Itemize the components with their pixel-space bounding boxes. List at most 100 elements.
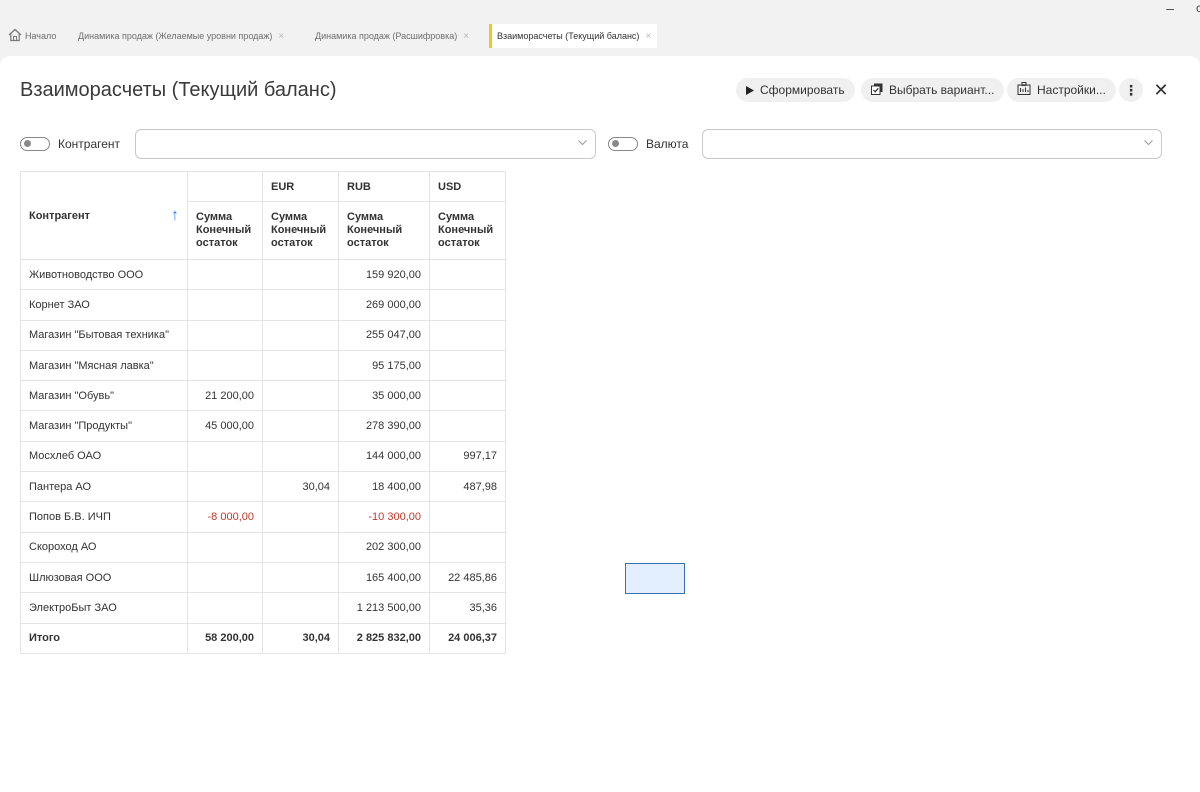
amount-cell[interactable]	[187, 592, 263, 624]
tab-sales-dynamics-breakdown[interactable]: Динамика продаж (Расшифровка) ×	[315, 25, 469, 47]
selected-cell[interactable]	[625, 563, 685, 594]
amount-cell[interactable]	[429, 289, 506, 321]
minimize-button[interactable]: –	[1166, 0, 1174, 16]
amount-cell[interactable]: 159 920,00	[338, 258, 430, 291]
table-row[interactable]: Животноводство ООО 159 920,00	[20, 258, 506, 291]
amount-cell[interactable]: 2 825 832,00	[338, 622, 430, 654]
amount-cell[interactable]	[262, 349, 339, 382]
close-icon[interactable]: ×	[645, 31, 651, 42]
amount-cell[interactable]	[187, 440, 263, 473]
tab-home[interactable]: Начало	[25, 25, 56, 47]
currency-select[interactable]	[702, 129, 1162, 159]
amount-cell[interactable]: 487,98	[429, 471, 506, 503]
amount-cell[interactable]	[187, 561, 263, 594]
amount-cell[interactable]	[429, 258, 506, 291]
amount-cell[interactable]	[187, 471, 263, 503]
amount-cell[interactable]	[262, 380, 339, 412]
amount-cell[interactable]	[429, 380, 506, 412]
counterparty-cell[interactable]: Пантера АО	[20, 471, 188, 503]
amount-cell[interactable]: 21 200,00	[187, 380, 263, 412]
amount-cell[interactable]: 35,36	[429, 592, 506, 624]
window-bar: – c	[0, 0, 1200, 22]
amount-cell[interactable]	[429, 531, 506, 563]
table-row[interactable]: Скороход АО 202 300,00	[20, 531, 506, 563]
table-row[interactable]: Попов Б.В. ИЧП -8 000,00 -10 300,00	[20, 501, 506, 533]
amount-cell[interactable]	[262, 531, 339, 563]
settings-button[interactable]: Настройки...	[1007, 78, 1116, 102]
amount-cell[interactable]: 18 400,00	[338, 471, 430, 503]
amount-cell[interactable]: 997,17	[429, 440, 506, 473]
table-row[interactable]: Шлюзовая ООО 165 400,00 22 485,86	[20, 561, 506, 594]
amount-cell[interactable]: 24 006,37	[429, 622, 506, 654]
amount-cell[interactable]: 30,04	[262, 471, 339, 503]
counterparty-cell[interactable]: Магазин "Продукты"	[20, 410, 188, 442]
amount-cell[interactable]: 278 390,00	[338, 410, 430, 442]
amount-cell[interactable]: 255 047,00	[338, 319, 430, 351]
amount-cell[interactable]	[429, 501, 506, 533]
currency-toggle[interactable]	[608, 137, 638, 151]
table-row[interactable]: Пантера АО 30,04 18 400,00 487,98	[20, 471, 506, 503]
counterparty-column-header[interactable]: Контрагент ↑	[20, 171, 188, 260]
table-row[interactable]: Мосхлеб ОАО 144 000,00 997,17	[20, 440, 506, 473]
amount-cell[interactable]: 269 000,00	[338, 289, 430, 321]
total-row[interactable]: Итого 58 200,00 30,04 2 825 832,00 24 006,37	[20, 622, 506, 654]
more-actions-button[interactable]: ⋮	[1119, 78, 1143, 102]
close-report-button[interactable]: ✕	[1149, 78, 1173, 102]
counterparty-cell[interactable]: Скороход АО	[20, 531, 188, 563]
table-row[interactable]: ЭлектроБыт ЗАО 1 213 500,00 35,36	[20, 592, 506, 624]
amount-cell[interactable]	[262, 258, 339, 291]
amount-cell[interactable]	[187, 319, 263, 351]
amount-cell[interactable]: 30,04	[262, 622, 339, 654]
amount-cell[interactable]	[262, 592, 339, 624]
close-icon[interactable]: ×	[278, 31, 284, 42]
amount-cell[interactable]: 22 485,86	[429, 561, 506, 594]
total-label[interactable]: Итого	[20, 622, 188, 654]
counterparty-cell[interactable]: Магазин "Бытовая техника"	[20, 319, 188, 351]
amount-cell[interactable]: 95 175,00	[338, 349, 430, 382]
counterparty-cell[interactable]: ЭлектроБыт ЗАО	[20, 592, 188, 624]
counterparty-cell[interactable]: Попов Б.В. ИЧП	[20, 501, 188, 533]
amount-cell[interactable]	[262, 561, 339, 594]
amount-cell[interactable]: 202 300,00	[338, 531, 430, 563]
amount-cell[interactable]: 35 000,00	[338, 380, 430, 412]
amount-cell[interactable]: 45 000,00	[187, 410, 263, 442]
tab-settlements-balance[interactable]: Взаиморасчеты (Текущий баланс) ×	[489, 24, 658, 48]
amount-cell[interactable]	[187, 531, 263, 563]
amount-cell[interactable]	[262, 319, 339, 351]
amount-cell[interactable]	[262, 440, 339, 473]
home-icon[interactable]	[8, 28, 22, 42]
amount-cell[interactable]	[187, 258, 263, 291]
tab-sales-dynamics-desired[interactable]: Динамика продаж (Желаемые уровни продаж)…	[78, 25, 284, 47]
amount-cell[interactable]: 144 000,00	[338, 440, 430, 473]
counterparty-select[interactable]	[135, 129, 596, 159]
counterparty-toggle[interactable]	[20, 137, 50, 151]
amount-cell[interactable]: 1 213 500,00	[338, 592, 430, 624]
amount-cell[interactable]	[262, 289, 339, 321]
table-row[interactable]: Магазин "Бытовая техника" 255 047,00	[20, 319, 506, 351]
amount-cell[interactable]	[187, 349, 263, 382]
counterparty-cell[interactable]: Магазин "Мясная лавка"	[20, 349, 188, 382]
counterparty-cell[interactable]: Мосхлеб ОАО	[20, 440, 188, 473]
amount-cell[interactable]	[262, 410, 339, 442]
sort-ascending-icon[interactable]: ↑	[171, 207, 179, 223]
amount-cell[interactable]	[429, 319, 506, 351]
choose-variant-button[interactable]: Выбрать вариант...	[861, 78, 1005, 102]
amount-cell[interactable]	[429, 349, 506, 382]
counterparty-cell[interactable]: Корнет ЗАО	[20, 289, 188, 321]
amount-cell[interactable]: 165 400,00	[338, 561, 430, 594]
table-row[interactable]: Магазин "Мясная лавка" 95 175,00	[20, 349, 506, 382]
table-row[interactable]: Корнет ЗАО 269 000,00	[20, 289, 506, 321]
amount-cell[interactable]	[262, 501, 339, 533]
amount-cell[interactable]: -10 300,00	[338, 501, 430, 533]
generate-button[interactable]: Сформировать	[736, 78, 855, 102]
table-row[interactable]: Магазин "Продукты" 45 000,00 278 390,00	[20, 410, 506, 442]
table-row[interactable]: Магазин "Обувь" 21 200,00 35 000,00	[20, 380, 506, 412]
close-icon[interactable]: ×	[463, 31, 469, 42]
counterparty-cell[interactable]: Животноводство ООО	[20, 258, 188, 291]
amount-cell[interactable]	[187, 289, 263, 321]
amount-cell[interactable]: 58 200,00	[187, 622, 263, 654]
counterparty-cell[interactable]: Шлюзовая ООО	[20, 561, 188, 594]
amount-cell[interactable]: -8 000,00	[187, 501, 263, 533]
counterparty-cell[interactable]: Магазин "Обувь"	[20, 380, 188, 412]
amount-cell[interactable]	[429, 410, 506, 442]
